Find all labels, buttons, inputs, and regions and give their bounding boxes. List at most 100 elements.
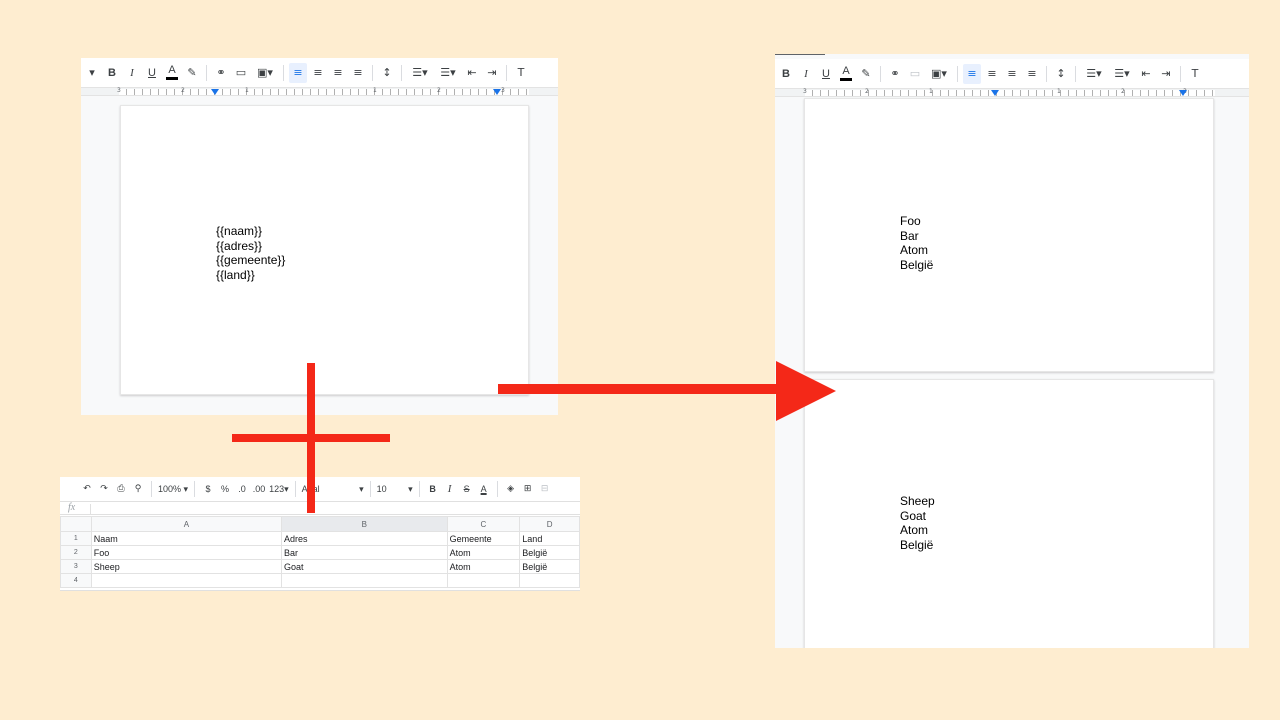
- cell[interactable]: Sheep: [90, 559, 283, 574]
- merged-line[interactable]: Goat: [900, 509, 935, 524]
- align-right-icon[interactable]: ≡: [329, 63, 347, 83]
- clear-formatting-icon[interactable]: T: [1186, 64, 1204, 84]
- merge-cells-icon[interactable]: ⊟: [538, 480, 552, 498]
- placeholder-naam[interactable]: {{naam}}: [216, 224, 285, 239]
- merged-line[interactable]: België: [900, 258, 933, 273]
- cell[interactable]: Adres: [281, 531, 448, 546]
- cell[interactable]: Gemeente: [446, 531, 521, 546]
- line-spacing-icon[interactable]: ↕: [1052, 64, 1070, 84]
- clear-formatting-icon[interactable]: T: [512, 63, 530, 83]
- dropdown-caret-icon[interactable]: ▾: [83, 63, 101, 83]
- bulleted-list-icon[interactable]: ☰▾: [1109, 64, 1135, 84]
- decrease-indent-icon[interactable]: ⇤: [1137, 64, 1155, 84]
- left-indent-marker[interactable]: [211, 89, 219, 95]
- right-indent-marker[interactable]: [493, 89, 501, 95]
- print-icon[interactable]: ⎙: [114, 480, 128, 498]
- undo-icon[interactable]: ↶: [80, 480, 94, 498]
- merged-line[interactable]: Sheep: [900, 494, 935, 509]
- decrease-indent-icon[interactable]: ⇤: [463, 63, 481, 83]
- align-left-icon[interactable]: ≡: [963, 63, 981, 84]
- align-left-icon[interactable]: ≡: [289, 62, 307, 83]
- cell[interactable]: Naam: [90, 531, 283, 546]
- italic-button[interactable]: I: [123, 63, 141, 83]
- merged-line[interactable]: Foo: [900, 214, 933, 229]
- cell[interactable]: [281, 573, 448, 588]
- cell[interactable]: België: [519, 545, 580, 560]
- merged-line[interactable]: Atom: [900, 523, 935, 538]
- more-formats-select[interactable]: 123 ▾: [269, 480, 289, 498]
- column-header-d[interactable]: D: [519, 516, 580, 532]
- placeholder-land[interactable]: {{land}}: [216, 268, 285, 283]
- bold-button[interactable]: B: [777, 64, 795, 84]
- bold-button[interactable]: B: [426, 480, 440, 498]
- numbered-list-icon[interactable]: ☰▾: [407, 63, 433, 83]
- line-spacing-icon[interactable]: ↕: [378, 63, 396, 83]
- comment-icon[interactable]: ▭: [232, 63, 250, 83]
- right-indent-marker[interactable]: [1179, 90, 1187, 96]
- link-icon[interactable]: ⚭: [886, 64, 904, 84]
- cell[interactable]: België: [519, 559, 580, 574]
- justify-icon[interactable]: ≡: [1023, 64, 1041, 84]
- highlight-icon[interactable]: ✎: [183, 63, 201, 83]
- insert-image-icon[interactable]: ▣▾: [926, 64, 952, 84]
- align-center-icon[interactable]: ≡: [983, 64, 1001, 84]
- text-color-button[interactable]: A: [477, 480, 491, 498]
- comment-icon[interactable]: ▭: [906, 64, 924, 84]
- highlight-icon[interactable]: ✎: [857, 64, 875, 84]
- redo-icon[interactable]: ↷: [97, 480, 111, 498]
- toolbar-divider: [1075, 65, 1076, 82]
- placeholder-adres[interactable]: {{adres}}: [216, 239, 285, 254]
- underline-button[interactable]: U: [817, 64, 835, 84]
- column-header-b[interactable]: B: [281, 516, 448, 532]
- table-row: 1 Naam Adres Gemeente Land: [60, 531, 580, 546]
- cell[interactable]: Foo: [90, 545, 283, 560]
- percent-button[interactable]: %: [218, 480, 232, 498]
- decrease-decimal-button[interactable]: .0: [235, 480, 249, 498]
- cell[interactable]: [90, 573, 283, 588]
- cell[interactable]: Bar: [281, 545, 448, 560]
- text-color-button[interactable]: A: [163, 63, 181, 83]
- increase-indent-icon[interactable]: ⇥: [1157, 64, 1175, 84]
- column-header-a[interactable]: A: [90, 516, 283, 532]
- italic-button[interactable]: I: [797, 64, 815, 84]
- fill-color-icon[interactable]: ◈: [504, 480, 518, 498]
- font-size-select[interactable]: 10 ▾: [377, 480, 413, 498]
- paint-format-icon[interactable]: ⚲: [131, 480, 145, 498]
- borders-icon[interactable]: ⊞: [521, 480, 535, 498]
- row-number[interactable]: 3: [60, 559, 92, 574]
- cell[interactable]: Atom: [446, 559, 521, 574]
- text-color-button[interactable]: A: [837, 64, 855, 84]
- underline-button[interactable]: U: [143, 63, 161, 83]
- italic-button[interactable]: I: [443, 480, 457, 498]
- toolbar-divider: [401, 64, 402, 81]
- left-indent-marker[interactable]: [991, 90, 999, 96]
- merged-line[interactable]: Bar: [900, 229, 933, 244]
- cell[interactable]: [519, 573, 580, 588]
- row-number[interactable]: 2: [60, 545, 92, 560]
- increase-decimal-button[interactable]: .00: [252, 480, 266, 498]
- formula-bar[interactable]: fx: [60, 501, 580, 515]
- cell[interactable]: Atom: [446, 545, 521, 560]
- align-right-icon[interactable]: ≡: [1003, 64, 1021, 84]
- increase-indent-icon[interactable]: ⇥: [483, 63, 501, 83]
- numbered-list-icon[interactable]: ☰▾: [1081, 64, 1107, 84]
- zoom-select[interactable]: 100% ▾: [158, 480, 188, 498]
- align-center-icon[interactable]: ≡: [309, 63, 327, 83]
- bold-button[interactable]: B: [103, 63, 121, 83]
- cell[interactable]: Land: [519, 531, 580, 546]
- corner-cell[interactable]: [60, 516, 92, 532]
- justify-icon[interactable]: ≡: [349, 63, 367, 83]
- column-header-c[interactable]: C: [446, 516, 521, 532]
- insert-image-icon[interactable]: ▣▾: [252, 63, 278, 83]
- row-number[interactable]: 4: [60, 573, 92, 588]
- cell[interactable]: [446, 573, 521, 588]
- bulleted-list-icon[interactable]: ☰▾: [435, 63, 461, 83]
- cell[interactable]: Goat: [281, 559, 448, 574]
- link-icon[interactable]: ⚭: [212, 63, 230, 83]
- placeholder-gemeente[interactable]: {{gemeente}}: [216, 253, 285, 268]
- merged-line[interactable]: Atom: [900, 243, 933, 258]
- strikethrough-button[interactable]: S: [460, 480, 474, 498]
- row-number[interactable]: 1: [60, 531, 92, 546]
- currency-button[interactable]: $: [201, 480, 215, 498]
- merged-line[interactable]: België: [900, 538, 935, 553]
